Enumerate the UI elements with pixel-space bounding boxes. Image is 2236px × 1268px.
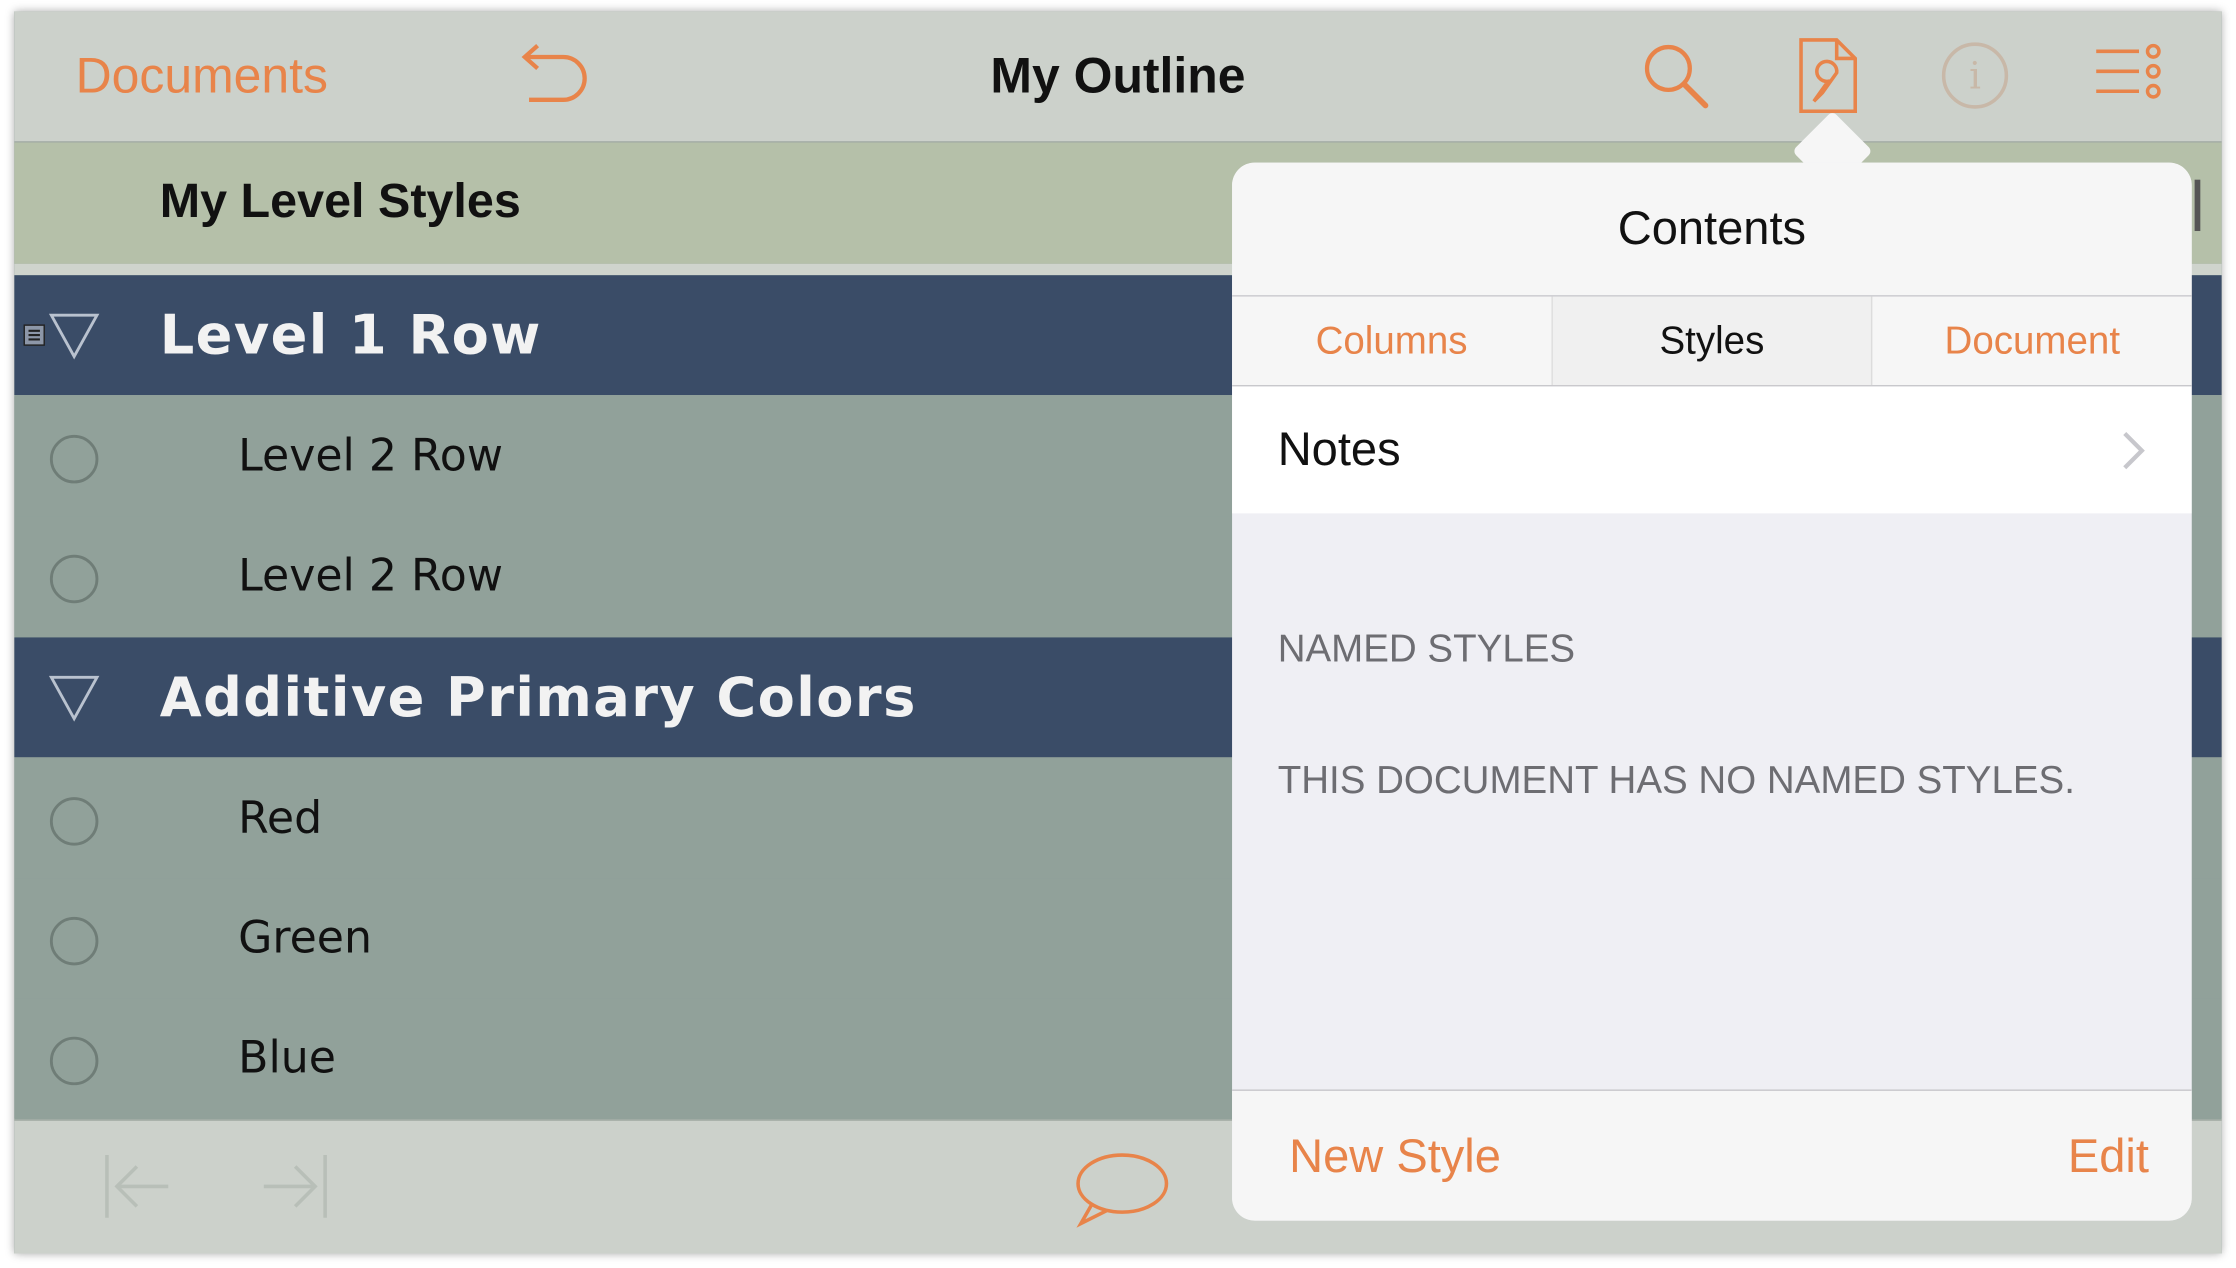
row-handle-icon[interactable] xyxy=(48,553,99,611)
tab-styles[interactable]: Styles xyxy=(1552,296,1873,386)
segmented-control: Columns Styles Document xyxy=(1232,296,2192,387)
edit-button[interactable]: Edit xyxy=(2068,1129,2149,1183)
row-label: Red xyxy=(238,792,323,845)
empty-state-message: THIS DOCUMENT HAS NO NAMED STYLES. xyxy=(1277,758,2075,802)
notes-label: Notes xyxy=(1277,422,1401,475)
popover-header: Contents xyxy=(1232,162,2192,297)
navigation-bar: Documents My Outline i xyxy=(14,11,2222,143)
row-handle-icon[interactable] xyxy=(48,1035,99,1093)
outline-menu-icon[interactable] xyxy=(2093,43,2164,109)
info-icon[interactable]: i xyxy=(1939,40,2010,111)
search-icon[interactable] xyxy=(1640,40,1714,114)
row-label: Level 1 Row xyxy=(159,303,542,367)
outliner-window: Documents My Outline i My Level Styles L… xyxy=(14,11,2222,1254)
note-indicator-icon[interactable] xyxy=(23,324,46,354)
disclosure-triangle-icon[interactable] xyxy=(48,674,100,730)
named-styles-header: NAMED STYLES xyxy=(1277,627,1576,671)
scroll-indicator[interactable] xyxy=(2194,179,2201,232)
row-label: Level 2 Row xyxy=(238,550,503,602)
row-label: Additive Primary Colors xyxy=(159,665,917,729)
chevron-right-icon xyxy=(2120,429,2146,479)
popover-footer: New Style Edit xyxy=(1232,1089,2192,1221)
outdent-icon[interactable] xyxy=(103,1152,174,1220)
tab-document[interactable]: Document xyxy=(1873,297,2192,385)
notes-row[interactable]: Notes xyxy=(1232,386,2192,514)
svg-text:i: i xyxy=(1969,54,1981,97)
indent-icon[interactable] xyxy=(260,1152,331,1220)
level-styles-title: My Level Styles xyxy=(159,173,521,229)
row-handle-icon[interactable] xyxy=(48,434,99,492)
note-bubble-icon[interactable] xyxy=(1072,1149,1169,1229)
popover-title: Contents xyxy=(1617,201,1807,254)
inspector-icon[interactable] xyxy=(1797,36,1860,116)
new-style-button[interactable]: New Style xyxy=(1289,1129,1501,1183)
row-handle-icon[interactable] xyxy=(48,796,99,854)
disclosure-triangle-icon[interactable] xyxy=(48,312,100,368)
row-label: Level 2 Row xyxy=(238,430,503,482)
tab-columns[interactable]: Columns xyxy=(1232,296,1553,386)
row-label: Green xyxy=(238,912,373,964)
contents-popover: Contents Columns Styles Document Notes N… xyxy=(1232,162,2192,1221)
page-title: My Outline xyxy=(990,48,1246,105)
row-handle-icon[interactable] xyxy=(48,915,99,973)
row-label: Blue xyxy=(238,1032,336,1084)
